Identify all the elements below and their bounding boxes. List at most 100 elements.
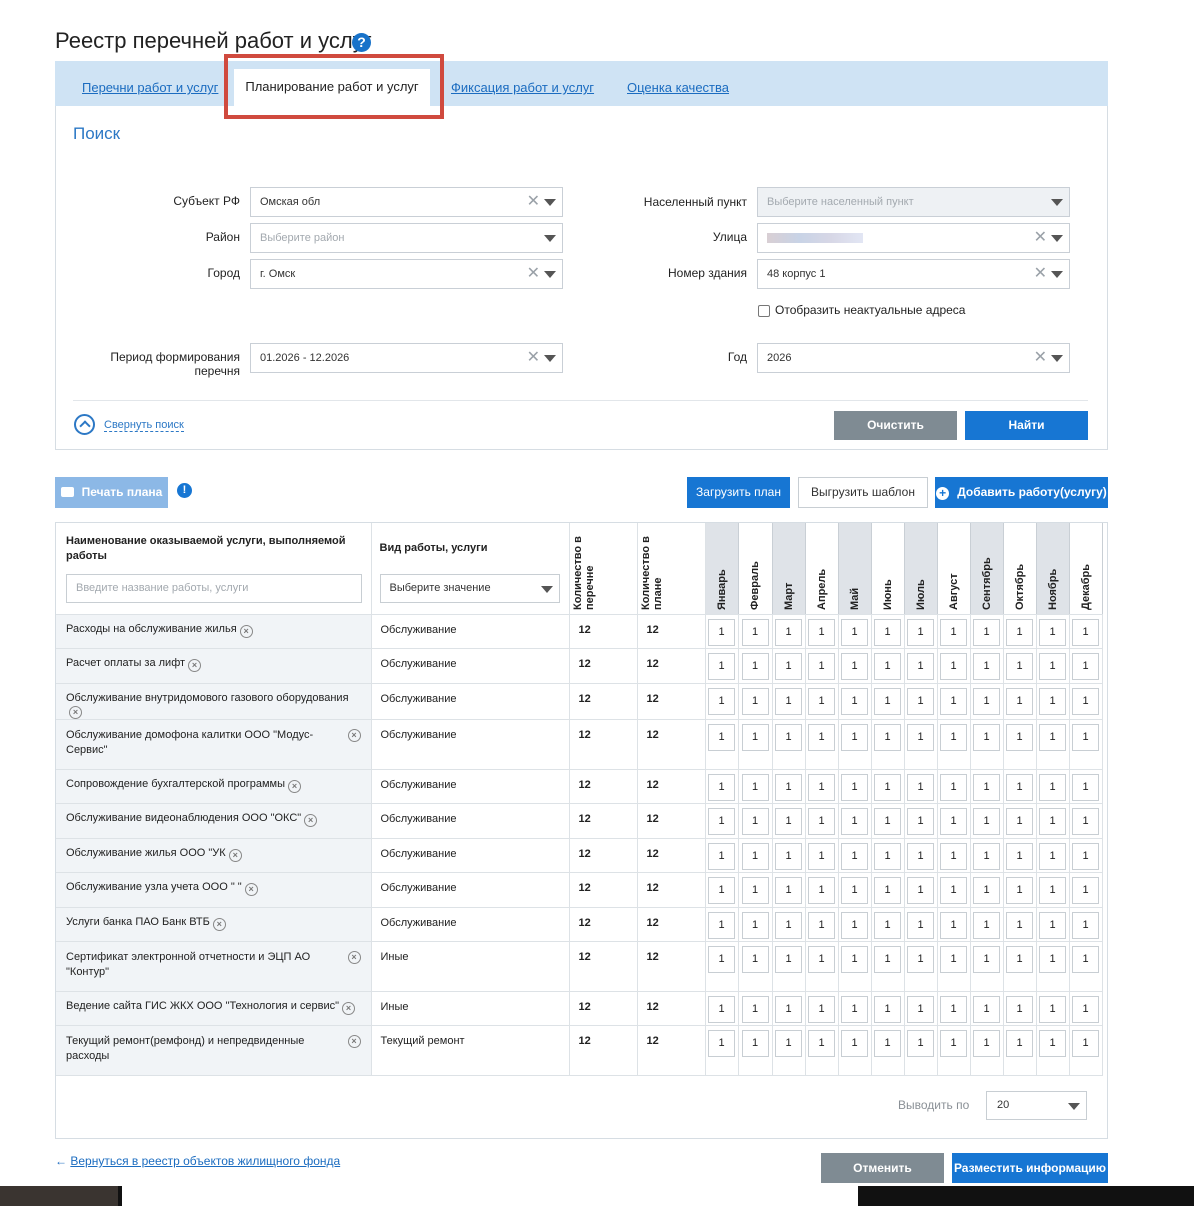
clear-icon[interactable]: ✕ [1034, 224, 1047, 252]
chevron-down-icon[interactable] [1068, 1103, 1080, 1110]
month-qty-input[interactable]: 1 [741, 876, 769, 904]
month-qty-input[interactable]: 1 [708, 842, 735, 870]
month-qty-input[interactable]: 1 [907, 876, 934, 904]
month-qty-input[interactable]: 1 [940, 687, 967, 715]
month-qty-input[interactable]: 1 [741, 723, 769, 751]
month-qty-input[interactable]: 1 [841, 652, 868, 680]
month-qty-input[interactable]: 1 [841, 1029, 868, 1057]
month-qty-input[interactable]: 1 [1072, 687, 1099, 715]
month-qty-input[interactable]: 1 [841, 995, 868, 1023]
month-qty-input[interactable]: 1 [940, 723, 967, 751]
year-select[interactable]: 2026 ✕ [757, 343, 1070, 373]
month-qty-input[interactable]: 1 [775, 995, 802, 1023]
month-qty-input[interactable]: 1 [907, 723, 934, 751]
month-qty-input[interactable]: 1 [741, 807, 769, 835]
print-plan-button[interactable]: Печать плана [55, 477, 168, 508]
month-qty-input[interactable]: 1 [1072, 773, 1099, 801]
month-qty-input[interactable]: 1 [741, 687, 769, 715]
month-qty-input[interactable]: 1 [808, 842, 835, 870]
chevron-down-icon[interactable] [544, 355, 556, 362]
month-qty-input[interactable]: 1 [1072, 876, 1099, 904]
month-qty-input[interactable]: 1 [708, 1029, 735, 1057]
month-qty-input[interactable]: 1 [708, 945, 735, 973]
tab-fixation[interactable]: Фиксация работ и услуг [451, 80, 594, 95]
page-size-select[interactable]: 20 [986, 1091, 1087, 1120]
month-qty-input[interactable]: 1 [973, 618, 1000, 646]
month-qty-input[interactable]: 1 [907, 945, 934, 973]
month-qty-input[interactable]: 1 [874, 945, 901, 973]
month-qty-input[interactable]: 1 [741, 842, 769, 870]
chevron-down-icon[interactable] [1051, 235, 1063, 242]
month-qty-input[interactable]: 1 [874, 773, 901, 801]
period-select[interactable]: 01.2026 - 12.2026 ✕ [250, 343, 563, 373]
month-qty-input[interactable]: 1 [708, 876, 735, 904]
help-icon[interactable]: ? [352, 33, 371, 52]
month-qty-input[interactable]: 1 [907, 652, 934, 680]
month-qty-input[interactable]: 1 [708, 687, 735, 715]
clear-icon[interactable]: ✕ [1034, 260, 1047, 288]
month-qty-input[interactable]: 1 [841, 876, 868, 904]
remove-icon[interactable]: × [304, 813, 318, 827]
month-qty-input[interactable]: 1 [940, 995, 967, 1023]
chevron-down-icon[interactable] [1051, 199, 1063, 206]
month-qty-input[interactable]: 1 [841, 911, 868, 939]
month-qty-input[interactable]: 1 [940, 652, 967, 680]
month-qty-input[interactable]: 1 [741, 945, 769, 973]
month-qty-input[interactable]: 1 [874, 652, 901, 680]
month-qty-input[interactable]: 1 [874, 911, 901, 939]
locality-select[interactable]: Выберите населенный пункт [757, 187, 1070, 217]
month-qty-input[interactable]: 1 [741, 652, 769, 680]
remove-icon[interactable]: × [342, 1001, 356, 1015]
month-qty-input[interactable]: 1 [1072, 995, 1099, 1023]
clear-icon[interactable]: ✕ [527, 344, 540, 372]
month-qty-input[interactable]: 1 [940, 876, 967, 904]
chevron-down-icon[interactable] [544, 199, 556, 206]
month-qty-input[interactable]: 1 [841, 723, 868, 751]
find-button[interactable]: Найти [965, 411, 1088, 440]
remove-icon[interactable]: × [244, 882, 258, 896]
chevron-down-icon[interactable] [1051, 355, 1063, 362]
month-qty-input[interactable]: 1 [907, 995, 934, 1023]
month-qty-input[interactable]: 1 [1039, 1029, 1066, 1057]
month-qty-input[interactable]: 1 [808, 723, 835, 751]
month-qty-input[interactable]: 1 [1006, 687, 1033, 715]
name-filter-input[interactable]: Введите название работы, услуги [66, 574, 362, 603]
month-qty-input[interactable]: 1 [841, 618, 868, 646]
month-qty-input[interactable]: 1 [907, 842, 934, 870]
month-qty-input[interactable]: 1 [973, 842, 1000, 870]
cancel-button[interactable]: Отменить [821, 1153, 944, 1183]
chevron-up-icon[interactable] [74, 414, 95, 435]
month-qty-input[interactable]: 1 [940, 807, 967, 835]
month-qty-input[interactable]: 1 [775, 842, 802, 870]
month-qty-input[interactable]: 1 [808, 995, 835, 1023]
month-qty-input[interactable]: 1 [874, 995, 901, 1023]
month-qty-input[interactable]: 1 [1072, 652, 1099, 680]
kind-filter-select[interactable]: Выберите значение [379, 574, 560, 603]
remove-icon[interactable]: × [239, 624, 253, 638]
month-qty-input[interactable]: 1 [708, 995, 735, 1023]
month-qty-input[interactable]: 1 [1039, 723, 1066, 751]
month-qty-input[interactable]: 1 [1072, 618, 1099, 646]
month-qty-input[interactable]: 1 [973, 773, 1000, 801]
month-qty-input[interactable]: 1 [808, 687, 835, 715]
info-icon[interactable]: ! [177, 483, 192, 498]
month-qty-input[interactable]: 1 [708, 618, 735, 646]
month-qty-input[interactable]: 1 [775, 687, 802, 715]
month-qty-input[interactable]: 1 [741, 911, 769, 939]
month-qty-input[interactable]: 1 [907, 618, 934, 646]
month-qty-input[interactable]: 1 [775, 618, 802, 646]
month-qty-input[interactable]: 1 [775, 652, 802, 680]
month-qty-input[interactable]: 1 [808, 945, 835, 973]
upload-plan-button[interactable]: Загрузить план [687, 477, 790, 508]
month-qty-input[interactable]: 1 [1006, 945, 1033, 973]
month-qty-input[interactable]: 1 [973, 995, 1000, 1023]
city-select[interactable]: г. Омск ✕ [250, 259, 563, 289]
month-qty-input[interactable]: 1 [1072, 945, 1099, 973]
month-qty-input[interactable]: 1 [973, 945, 1000, 973]
month-qty-input[interactable]: 1 [741, 618, 769, 646]
month-qty-input[interactable]: 1 [841, 945, 868, 973]
month-qty-input[interactable]: 1 [808, 652, 835, 680]
month-qty-input[interactable]: 1 [1039, 911, 1066, 939]
remove-icon[interactable]: × [188, 658, 202, 672]
month-qty-input[interactable]: 1 [1006, 876, 1033, 904]
